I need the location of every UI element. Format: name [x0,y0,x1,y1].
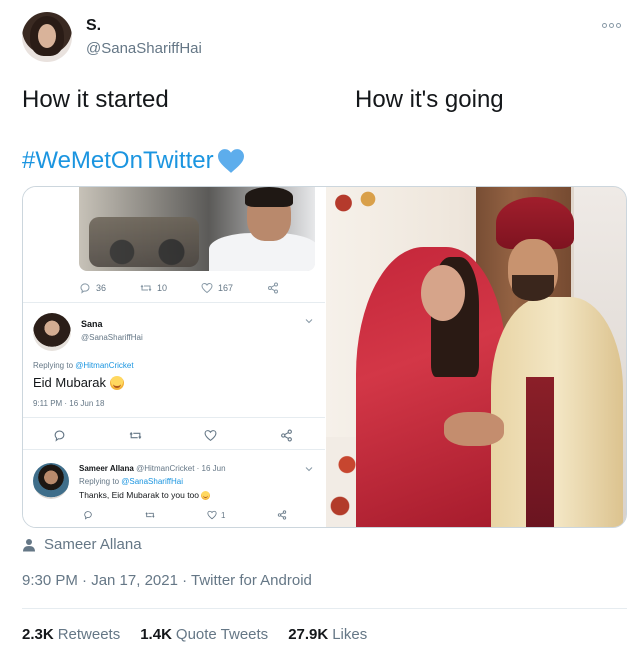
chevron-down-icon [305,319,313,324]
tagged-user[interactable]: Sameer Allana [22,536,142,553]
reply-icon [80,283,90,294]
sana-handle: @SanaShariffHai [81,333,143,342]
author-avatar[interactable] [22,12,72,62]
groom-stole [526,377,554,527]
sana-name: Sana [81,319,103,329]
like-count: 167 [218,283,234,293]
reply-count: 36 [96,283,107,293]
sameer-meta: @HitmanCricket · 16 Jun [133,464,226,473]
likes-stat[interactable]: 27.9K Likes [288,626,367,643]
tweet-card: S. @SanaShariffHai How it started How it… [0,0,640,653]
hands [444,412,504,446]
share-icon [278,510,287,520]
likes-count: 27.9K [288,626,329,643]
replying-to-handle: @HitmanCricket [75,361,134,370]
reply-icon [54,430,65,442]
retweet-count: 10 [157,283,168,293]
avatar-face [38,24,56,48]
quote-tweets-count: 1.4K [140,626,172,643]
sameer-avatar [33,463,69,499]
retweet-icon [145,512,155,518]
like-stat: 167 [201,282,233,294]
sameer-action-row: 1 [83,510,287,520]
sana-reply-time: 9:11 PM · 16 Jun 18 [33,399,105,408]
man-hair-shape [245,187,293,207]
smiling-face-emoji-icon [201,490,211,500]
screenshot-stat-row: 36 10 167 [79,282,279,294]
sana-action-row [53,429,293,442]
likes-label: Likes [332,626,368,643]
retweet-icon [129,431,142,440]
groom-beard [512,275,554,301]
chevron-down-icon [305,467,313,472]
tweet-media[interactable]: 36 10 167 Sana @SanaShariffHai Replying … [22,186,627,528]
hashtag-text[interactable]: #WeMetOnTwitter [22,147,214,175]
sameer-name: Sameer Allana [79,464,134,473]
motorbike-shape [89,217,199,267]
author-display-name[interactable]: S. [86,17,101,35]
more-options-icon[interactable] [602,20,622,30]
engagement-stats: 2.3K Retweets 1.4K Quote Tweets 27.9K Likes [22,626,367,643]
retweet-icon [140,284,152,292]
caption-how-its-going: How it's going [355,86,504,113]
divider [23,302,325,303]
reply-icon [84,511,92,520]
tagged-user-name[interactable]: Sameer Allana [44,536,142,553]
person-icon [23,538,35,551]
sameer-like-stat: 1 [207,510,225,520]
tweet-timestamp-source[interactable]: 9:30 PM · Jan 17, 2021 · Twitter for And… [22,572,312,589]
screenshot-photo [79,187,315,271]
sameer-header: Sameer Allana @HitmanCricket · 16 Jun [79,464,226,473]
sana-avatar [33,313,71,351]
smiling-face-emoji-icon [109,375,124,390]
replying-to-line: Replying to @HitmanCricket [33,361,134,370]
sameer-reply-text: Thanks, Eid Mubarak to you too [79,490,211,500]
quote-tweets-label: Quote Tweets [175,626,269,643]
replying-to-handle: @SanaShariffHai [121,477,184,486]
retweet-stat: 10 [140,282,167,294]
author-handle[interactable]: @SanaShariffHai [86,40,202,57]
wedding-photo[interactable] [326,187,626,527]
divider [22,608,627,609]
retweets-count: 2.3K [22,626,54,643]
caption-how-it-started: How it started [22,86,169,113]
like-icon [201,282,213,294]
share-icon [268,282,279,294]
embedded-tweet-screenshot[interactable]: 36 10 167 Sana @SanaShariffHai Replying … [23,187,325,527]
hashtag-link[interactable]: #WeMetOnTwitter [22,147,246,175]
groom-sherwani [491,297,623,527]
divider [23,417,325,418]
divider [23,449,325,450]
sana-reply-text: Eid Mubarak [33,375,124,390]
reply-stat: 36 [79,282,106,294]
quote-tweets-stat[interactable]: 1.4K Quote Tweets [140,626,268,643]
flower-decoration [326,187,396,227]
like-icon [207,510,217,520]
like-icon [204,430,217,442]
bride-face [421,265,465,321]
blue-heart-icon [217,149,244,173]
retweets-stat[interactable]: 2.3K Retweets [22,626,120,643]
sameer-like-count: 1 [221,510,226,520]
share-icon [281,429,292,442]
replying-to-line: Replying to @SanaShariffHai [79,477,184,486]
retweets-label: Retweets [57,626,121,643]
